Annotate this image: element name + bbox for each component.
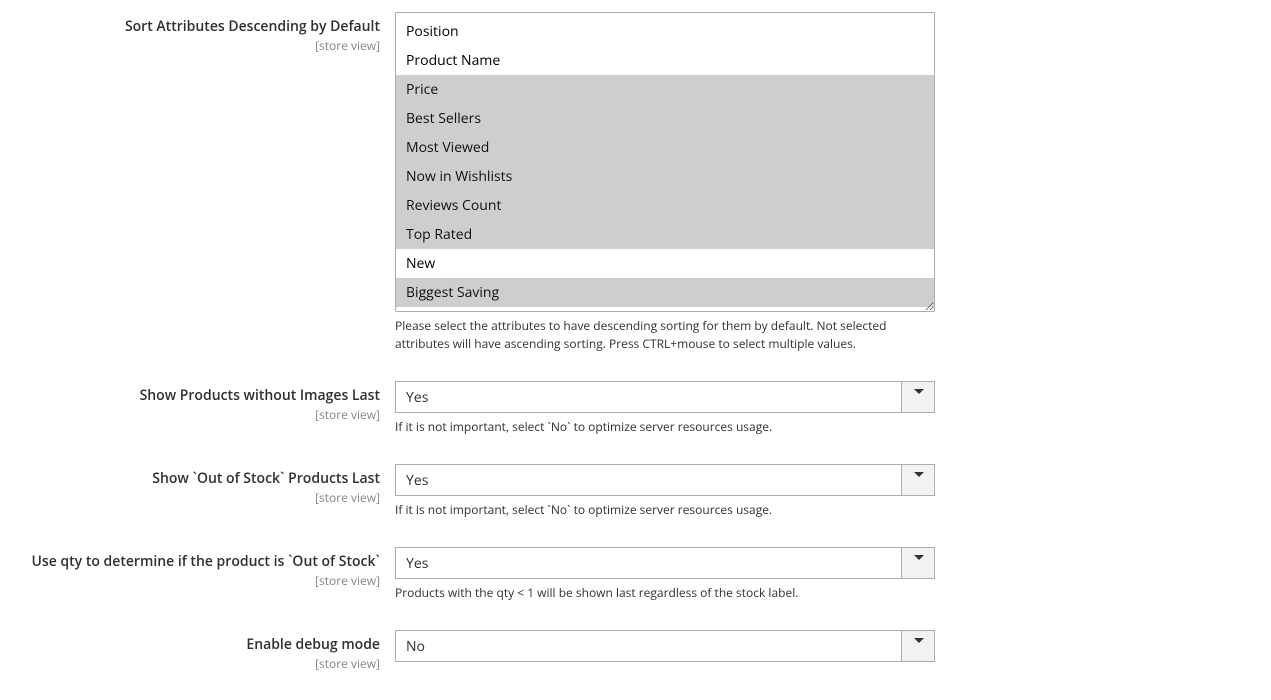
- field-note: Please select the attributes to have des…: [395, 317, 935, 353]
- field-note: If it is not important, select `No` to o…: [395, 418, 935, 436]
- field-col: YesNo: [395, 630, 935, 672]
- field-label: Show `Out of Stock` Products Last: [0, 470, 380, 488]
- field-note: Products with the qty < 1 will be shown …: [395, 584, 935, 602]
- multiselect-option[interactable]: Now in Wishlists: [396, 162, 934, 191]
- row-images-last: Show Products without Images Last [store…: [0, 381, 1271, 436]
- debug-select[interactable]: YesNo: [395, 630, 935, 662]
- row-use-qty: Use qty to determine if the product is `…: [0, 547, 1271, 602]
- field-label: Use qty to determine if the product is `…: [0, 553, 380, 571]
- multiselect-option[interactable]: Biggest Saving: [396, 278, 934, 307]
- field-label: Sort Attributes Descending by Default: [0, 18, 380, 36]
- multiselect-option[interactable]: Best Sellers: [396, 104, 934, 133]
- scope-label: [store view]: [0, 572, 380, 589]
- field-col: YesNo If it is not important, select `No…: [395, 464, 935, 519]
- row-sort-attributes-descending: Sort Attributes Descending by Default [s…: [0, 12, 1271, 353]
- label-col: Use qty to determine if the product is `…: [0, 547, 395, 602]
- multiselect-option[interactable]: Price: [396, 75, 934, 104]
- multiselect-option[interactable]: Product Name: [396, 46, 934, 75]
- multiselect-option[interactable]: Position: [396, 17, 934, 46]
- select-wrapper: YesNo: [395, 381, 935, 413]
- field-col: PositionProduct NamePriceBest SellersMos…: [395, 12, 935, 353]
- sort-attributes-multiselect[interactable]: PositionProduct NamePriceBest SellersMos…: [395, 12, 935, 312]
- select-wrapper: YesNo: [395, 630, 935, 662]
- scope-label: [store view]: [0, 37, 380, 54]
- label-col: Enable debug mode [store view]: [0, 630, 395, 672]
- select-wrapper: YesNo: [395, 464, 935, 496]
- images-last-select[interactable]: YesNo: [395, 381, 935, 413]
- multiselect-option[interactable]: Most Viewed: [396, 133, 934, 162]
- field-col: YesNo If it is not important, select `No…: [395, 381, 935, 436]
- scope-label: [store view]: [0, 406, 380, 423]
- field-label: Show Products without Images Last: [0, 387, 380, 405]
- scope-label: [store view]: [0, 655, 380, 672]
- label-col: Show `Out of Stock` Products Last [store…: [0, 464, 395, 519]
- oos-last-select[interactable]: YesNo: [395, 464, 935, 496]
- scope-label: [store view]: [0, 489, 380, 506]
- row-debug-mode: Enable debug mode [store view] YesNo: [0, 630, 1271, 672]
- use-qty-select[interactable]: YesNo: [395, 547, 935, 579]
- label-col: Sort Attributes Descending by Default [s…: [0, 12, 395, 353]
- select-wrapper: YesNo: [395, 547, 935, 579]
- field-note: If it is not important, select `No` to o…: [395, 501, 935, 519]
- label-col: Show Products without Images Last [store…: [0, 381, 395, 436]
- row-oos-last: Show `Out of Stock` Products Last [store…: [0, 464, 1271, 519]
- field-label: Enable debug mode: [0, 636, 380, 654]
- field-col: YesNo Products with the qty < 1 will be …: [395, 547, 935, 602]
- multiselect-option[interactable]: New: [396, 249, 934, 278]
- multiselect-option[interactable]: Top Rated: [396, 220, 934, 249]
- multiselect-option[interactable]: Reviews Count: [396, 191, 934, 220]
